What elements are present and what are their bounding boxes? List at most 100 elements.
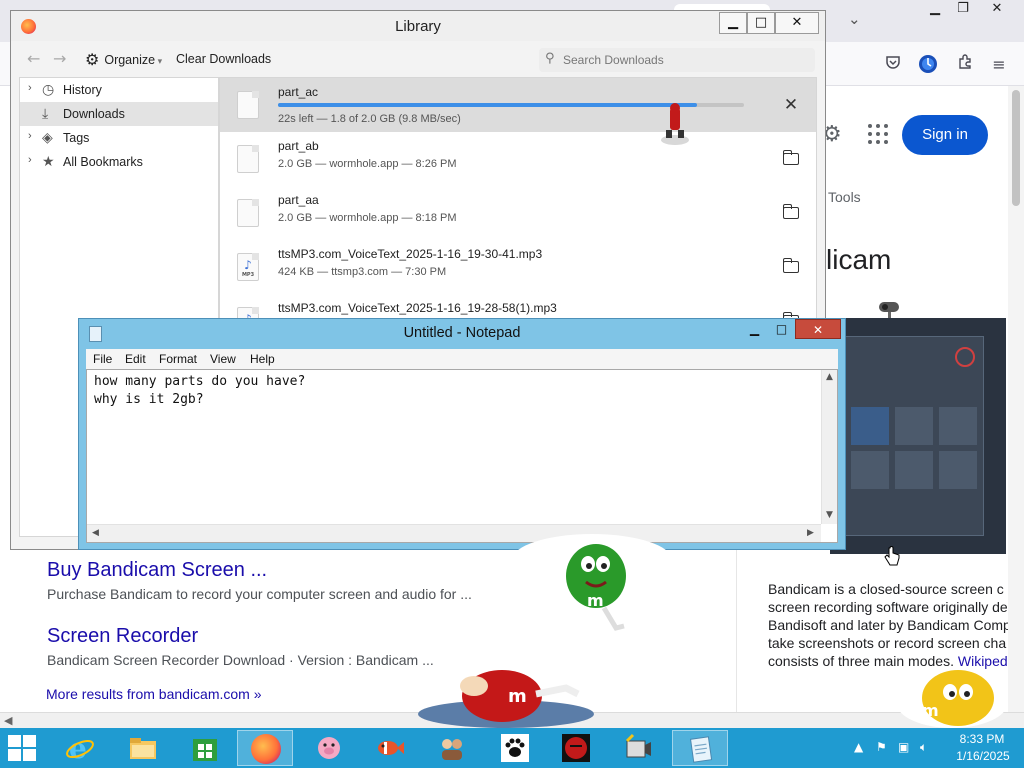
kp-line: Bandicam is a closed-source screen c — [768, 581, 1004, 597]
cancel-download-icon[interactable]: ✕ — [780, 94, 802, 116]
scroll-right-arrow-icon[interactable]: ▶ — [807, 528, 814, 538]
network-icon[interactable]: ▣ — [898, 740, 909, 754]
sidebar-item-label: All Bookmarks — [63, 155, 143, 169]
expand-chevron-icon[interactable]: › — [28, 130, 32, 142]
browser-minimize-button[interactable]: ▁ — [920, 0, 950, 18]
library-maximize-button[interactable]: □ — [747, 12, 775, 34]
menu-icon[interactable]: ≡ — [988, 54, 1010, 76]
account-icon[interactable] — [917, 54, 939, 76]
screenshot-panel — [844, 336, 984, 536]
open-folder-icon[interactable] — [780, 256, 802, 278]
notepad-app-icon[interactable] — [672, 730, 728, 766]
tag-icon: ◈ — [42, 129, 53, 145]
sidebar-item-downloads[interactable]: ⤓ Downloads — [20, 102, 218, 126]
notepad-menubar: File Edit Format View Help — [86, 349, 838, 369]
sidebar-item-label: Tags — [63, 131, 90, 145]
mp3-file-icon: ♪ MP3 — [237, 253, 259, 281]
notepad-minimize-button[interactable]: ▁ — [741, 319, 768, 339]
notepad-vertical-scrollbar[interactable]: ▲ ▼ — [821, 370, 837, 524]
wikipedia-link[interactable]: Wikiped — [958, 653, 1008, 669]
internet-explorer-icon[interactable]: e — [52, 730, 108, 766]
green-mm-mascot: m — [506, 530, 676, 640]
progress-fill — [278, 103, 698, 107]
menu-format[interactable]: Format — [159, 352, 197, 366]
pig-app-icon[interactable] — [301, 730, 357, 766]
menu-help[interactable]: Help — [250, 352, 275, 366]
download-name: part_aa — [278, 193, 319, 207]
browser-close-button[interactable]: ✕ — [982, 0, 1012, 18]
fish-app-icon[interactable] — [362, 730, 418, 766]
scroll-left-arrow-icon[interactable]: ◀ — [92, 528, 99, 538]
start-windows-icon[interactable] — [8, 735, 38, 762]
browser-restore-button[interactable]: ❐ — [948, 0, 978, 18]
download-status: 2.0 GB — wormhole.app — 8:18 PM — [278, 212, 457, 224]
file-explorer-icon[interactable] — [115, 730, 171, 766]
extensions-icon[interactable] — [954, 54, 976, 76]
red-app-icon[interactable] — [548, 730, 604, 766]
scroll-down-arrow-icon[interactable]: ▼ — [826, 510, 833, 520]
result-snippet-buy: Purchase Bandicam to record your compute… — [47, 586, 472, 602]
notepad-maximize-button[interactable]: □ — [768, 319, 795, 339]
windows-store-icon[interactable] — [177, 730, 233, 766]
volume-icon[interactable]: 🔈︎ — [920, 740, 927, 755]
bandicam-screenshot-image[interactable] — [830, 318, 1006, 554]
svg-text:m: m — [508, 686, 527, 707]
search-downloads-box[interactable]: ⚲ — [539, 48, 815, 72]
svg-text:m: m — [587, 591, 604, 610]
menu-view[interactable]: View — [210, 352, 236, 366]
organize-button[interactable]: ⚙ Organize ▾ — [85, 50, 162, 70]
hand-cursor-icon — [884, 546, 900, 572]
download-item[interactable]: part_aa 2.0 GB — wormhole.app — 8:18 PM — [220, 186, 816, 240]
library-titlebar[interactable]: Library ▁ □ ✕ — [11, 11, 825, 41]
notepad-edit-area: how many parts do you have? why is it 2g… — [86, 369, 838, 543]
result-title-buy[interactable]: Buy Bandicam Screen ... — [47, 559, 267, 582]
mp3-tag: MP3 — [241, 272, 255, 278]
sidebar-item-all-bookmarks[interactable]: › ★ All Bookmarks — [20, 150, 218, 174]
result-title-recorder[interactable]: Screen Recorder — [47, 625, 198, 648]
sidebar-item-tags[interactable]: › ◈ Tags — [20, 126, 218, 150]
scroll-up-arrow-icon[interactable]: ▲ — [826, 372, 833, 382]
sign-in-button[interactable]: Sign in — [902, 115, 988, 155]
notepad-window: Untitled - Notepad ▁ □ ✕ File Edit Forma… — [78, 318, 846, 550]
open-folder-icon[interactable] — [780, 202, 802, 224]
download-name: part_ac — [278, 85, 319, 99]
search-downloads-input[interactable] — [563, 49, 811, 71]
scroll-left-arrow-icon[interactable]: ◀ — [4, 714, 12, 727]
more-results-link[interactable]: More results from bandicam.com » — [46, 686, 262, 702]
expand-chevron-icon[interactable]: › — [28, 154, 32, 166]
download-item[interactable]: part_ab 2.0 GB — wormhole.app — 8:26 PM — [220, 132, 816, 186]
show-hidden-icons-icon[interactable]: ▲ — [854, 740, 863, 754]
notepad-close-button[interactable]: ✕ — [795, 319, 841, 339]
action-center-flag-icon[interactable]: ⚑ — [876, 740, 887, 754]
notepad-horizontal-scrollbar[interactable]: ◀ ▶ — [87, 524, 821, 542]
notepad-title[interactable]: Untitled - Notepad — [79, 325, 845, 341]
file-icon — [237, 199, 259, 227]
menu-edit[interactable]: Edit — [125, 352, 146, 366]
download-item[interactable]: part_ac 22s left — 1.8 of 2.0 GB (9.8 MB… — [220, 78, 816, 132]
menu-file[interactable]: File — [93, 352, 112, 366]
people-app-icon[interactable] — [424, 730, 480, 766]
apps-grid-icon[interactable] — [868, 124, 888, 144]
expand-chevron-icon[interactable]: › — [28, 82, 32, 94]
scrollbar-thumb[interactable] — [1012, 90, 1020, 206]
page-vertical-scrollbar[interactable] — [1008, 86, 1024, 712]
camera-app-icon[interactable] — [610, 730, 666, 766]
download-item[interactable]: ♪ MP3 ttsMP3.com_VoiceText_2025-1-16_19-3… — [220, 240, 816, 294]
back-arrow-icon[interactable]: ← — [27, 49, 40, 68]
library-close-button[interactable]: ✕ — [775, 12, 819, 34]
search-icon: ⚲ — [545, 51, 555, 66]
clock-time[interactable]: 8:33 PM — [958, 732, 1006, 746]
tools-tab[interactable]: Tools — [828, 189, 861, 205]
clear-downloads-button[interactable]: Clear Downloads — [176, 52, 271, 66]
sidebar-item-label: Downloads — [63, 107, 125, 121]
library-minimize-button[interactable]: ▁ — [719, 12, 747, 34]
clock-date[interactable]: 1/16/2025 — [952, 749, 1014, 763]
notepad-text-input[interactable]: how many parts do you have? why is it 2g… — [87, 370, 821, 524]
open-folder-icon[interactable] — [780, 148, 802, 170]
forward-arrow-icon[interactable]: → — [53, 49, 66, 68]
pocket-icon[interactable] — [882, 54, 904, 76]
sidebar-item-history[interactable]: › ◷ History — [20, 78, 218, 102]
paw-app-icon[interactable] — [487, 730, 543, 766]
firefox-icon[interactable] — [237, 730, 293, 766]
list-tabs-chevron-icon[interactable]: ⌄ — [848, 10, 861, 28]
